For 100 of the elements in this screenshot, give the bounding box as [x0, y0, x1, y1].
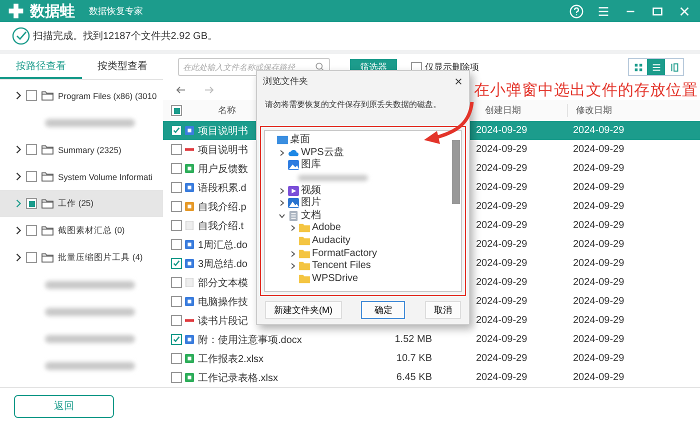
- folder-name[interactable]: 文档: [301, 210, 321, 222]
- folder-icon: [299, 274, 310, 284]
- checkbox[interactable]: [171, 315, 182, 326]
- file-name[interactable]: 工作报表2.xlsx: [196, 352, 352, 366]
- modified-date: 2024-09-29: [572, 372, 626, 383]
- view-tab[interactable]: 按类型查看: [82, 54, 163, 79]
- checkbox[interactable]: [171, 239, 182, 250]
- checkbox[interactable]: [26, 252, 37, 263]
- file-size: 10.7 KB: [396, 353, 432, 364]
- chevron-icon[interactable]: [278, 199, 286, 208]
- chevron-icon[interactable]: [289, 262, 297, 270]
- checkbox[interactable]: [171, 334, 182, 345]
- folder-icon: [41, 171, 54, 182]
- created-date: 2024-09-29: [475, 144, 528, 155]
- select-all-checkbox[interactable]: [171, 105, 182, 116]
- chevron-icon[interactable]: [278, 148, 286, 157]
- created-date: 2024-09-29: [475, 125, 528, 136]
- folder-name[interactable]: FormatFactory: [312, 248, 378, 260]
- redacted-item: [298, 175, 368, 182]
- checkbox[interactable]: [171, 372, 182, 383]
- folder-row[interactable]: System Volume Informati: [0, 163, 163, 190]
- chevron-icon[interactable]: [278, 212, 286, 220]
- file-name[interactable]: 附：使用注意事项.docx: [196, 332, 352, 346]
- xls-file-icon: [185, 373, 194, 382]
- folder-name[interactable]: Tencent Files: [312, 260, 371, 272]
- created-date: 2024-09-29: [475, 353, 528, 364]
- column-header[interactable]: 修改日期: [567, 104, 700, 117]
- search-icon[interactable]: [315, 62, 325, 72]
- modified-date: 2024-09-29: [572, 201, 626, 212]
- folder-row[interactable]: 批量压缩图片工具 (4): [0, 244, 163, 271]
- columns-icon[interactable]: [668, 62, 680, 72]
- checkbox[interactable]: [26, 144, 37, 155]
- created-date: 2024-09-29: [475, 315, 528, 326]
- ppt-file-icon: [185, 202, 194, 211]
- checkbox[interactable]: [171, 220, 182, 231]
- modified-date: 2024-09-29: [572, 125, 626, 136]
- folder-name[interactable]: Audacity: [312, 235, 350, 248]
- checkbox[interactable]: [171, 296, 182, 307]
- doc-file-icon: [185, 335, 194, 344]
- pictures-icon: [288, 198, 299, 208]
- folder-name[interactable]: 视频: [301, 184, 321, 197]
- chevron-icon[interactable]: [15, 172, 22, 181]
- chevron-icon[interactable]: [278, 186, 286, 195]
- folder-icon: [41, 144, 54, 155]
- folder-row[interactable]: 工作 (25): [0, 190, 163, 217]
- folder-name[interactable]: Adobe: [312, 222, 341, 234]
- doc-file-icon: [185, 297, 194, 306]
- folder-name[interactable]: WPSDrive: [312, 272, 358, 285]
- grid-icon[interactable]: [632, 62, 644, 72]
- checkbox[interactable]: [26, 171, 37, 182]
- chevron-icon[interactable]: [289, 250, 297, 258]
- txt-file-icon: [185, 221, 194, 230]
- checkbox[interactable]: [171, 201, 182, 212]
- dialog-button[interactable]: 取消: [425, 301, 461, 319]
- dialog-button[interactable]: 新建文件夹(M): [265, 301, 342, 319]
- chevron-icon[interactable]: [289, 224, 297, 232]
- dialog-button[interactable]: 确定: [361, 301, 406, 319]
- folder-icon: [299, 248, 310, 259]
- folder-row[interactable]: Program Files (x86) (3010: [0, 82, 163, 109]
- checkbox[interactable]: [171, 258, 182, 269]
- file-name[interactable]: 工作记录表格.xlsx: [196, 370, 352, 384]
- checkbox[interactable]: [171, 163, 182, 174]
- chevron-icon[interactable]: [15, 253, 22, 262]
- created-date: 2024-09-29: [475, 296, 528, 307]
- help-icon[interactable]: [569, 4, 584, 18]
- folder-name[interactable]: WPS云盘: [301, 146, 344, 159]
- checkbox[interactable]: [171, 277, 182, 288]
- checkbox[interactable]: [171, 182, 182, 193]
- forward-arrow-icon[interactable]: [203, 84, 215, 96]
- checkbox[interactable]: [171, 125, 182, 136]
- close-icon[interactable]: [454, 76, 463, 86]
- folder-row[interactable]: Summary (2325): [0, 136, 163, 163]
- folder-row[interactable]: 截图素材汇总 (0): [0, 217, 163, 244]
- chevron-icon[interactable]: [15, 91, 22, 100]
- modified-date: 2024-09-29: [572, 258, 626, 269]
- folder-name[interactable]: 图库: [301, 159, 321, 172]
- folder-icon: [299, 261, 310, 272]
- doc-file-icon: [185, 183, 194, 192]
- doc-file-icon: [185, 240, 194, 249]
- xls-file-icon: [185, 354, 194, 363]
- created-date: 2024-09-29: [475, 372, 528, 383]
- check-circle-icon: [12, 27, 30, 45]
- folder-name[interactable]: 桌面: [290, 134, 310, 146]
- documents-icon: [288, 210, 299, 221]
- folder-name[interactable]: 图片: [301, 197, 321, 210]
- modified-date: 2024-09-29: [572, 315, 626, 326]
- list-icon[interactable]: [650, 62, 662, 72]
- back-arrow-icon[interactable]: [175, 84, 187, 96]
- checkbox[interactable]: [26, 90, 37, 101]
- chevron-icon[interactable]: [15, 145, 22, 154]
- checkbox[interactable]: [26, 198, 37, 209]
- checkbox[interactable]: [171, 144, 182, 155]
- folder-icon: [41, 90, 54, 101]
- folder-name: Program Files (x86) (3010: [58, 90, 157, 100]
- video-icon: [288, 186, 299, 196]
- checkbox[interactable]: [171, 353, 182, 364]
- list-view-button[interactable]: [647, 59, 665, 75]
- chevron-icon[interactable]: [15, 226, 22, 235]
- checkbox[interactable]: [26, 225, 37, 236]
- scrollbar-thumb[interactable]: [452, 140, 460, 204]
